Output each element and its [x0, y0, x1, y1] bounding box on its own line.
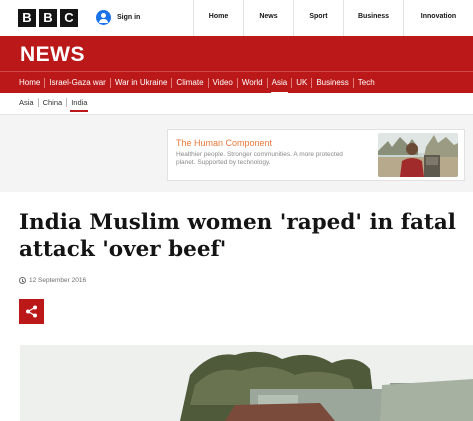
sub-nav-china[interactable]: China — [39, 98, 68, 107]
sign-in-label: Sign in — [117, 14, 141, 21]
global-nav-home[interactable]: Home — [193, 0, 243, 36]
ad-body-text: Healthier people. Stronger communities. … — [176, 151, 343, 166]
bbc-logo[interactable]: B B C — [18, 9, 78, 27]
ad-image — [378, 133, 458, 177]
logo-letter-b1: B — [18, 9, 36, 27]
clock-icon — [19, 277, 26, 284]
article-hero-image — [20, 345, 473, 421]
global-header: B B C Sign in Home News Sport Business I… — [0, 0, 473, 36]
global-nav-business[interactable]: Business — [343, 0, 403, 36]
section-nav: Home Israel-Gaza war War in Ukraine Clim… — [0, 71, 473, 94]
global-nav-sport[interactable]: Sport — [293, 0, 343, 36]
section-nav-video[interactable]: Video — [209, 77, 238, 88]
news-title[interactable]: NEWS — [20, 43, 85, 67]
article-headline: India Muslim women 'raped' in fatal atta… — [19, 210, 456, 262]
logo-letter-c: C — [60, 9, 78, 27]
section-nav-climate[interactable]: Climate — [172, 77, 209, 88]
global-nav-news[interactable]: News — [243, 0, 293, 36]
article-dateline: 12 September 2016 — [19, 277, 86, 284]
section-nav-world[interactable]: World — [238, 77, 268, 88]
section-nav-israel-gaza-war[interactable]: Israel-Gaza war — [45, 77, 111, 88]
section-nav-war-in-ukraine[interactable]: War in Ukraine — [111, 77, 173, 88]
section-nav-tech[interactable]: Tech — [354, 78, 379, 88]
sub-nav: Asia China India — [19, 98, 91, 112]
user-icon — [96, 10, 111, 25]
ad-heading: The Human Component — [176, 138, 273, 148]
advertisement[interactable]: The Human Component Healthier people. St… — [167, 129, 465, 181]
logo-letter-b2: B — [39, 9, 57, 27]
global-nav: Home News Sport Business Innovation — [193, 0, 473, 36]
sub-nav-india[interactable]: India — [67, 98, 91, 112]
article-date: 12 September 2016 — [29, 277, 87, 284]
section-nav-asia[interactable]: Asia — [268, 77, 293, 94]
news-masthead: NEWS — [0, 36, 473, 71]
section-nav-home[interactable]: Home — [19, 77, 46, 88]
sign-in-button[interactable]: Sign in — [96, 10, 140, 25]
share-button[interactable] — [19, 299, 44, 324]
section-nav-uk[interactable]: UK — [292, 77, 313, 88]
section-nav-business[interactable]: Business — [312, 77, 354, 88]
global-nav-innovation[interactable]: Innovation — [403, 0, 473, 36]
share-icon — [26, 305, 37, 318]
sub-nav-asia[interactable]: Asia — [19, 98, 39, 107]
